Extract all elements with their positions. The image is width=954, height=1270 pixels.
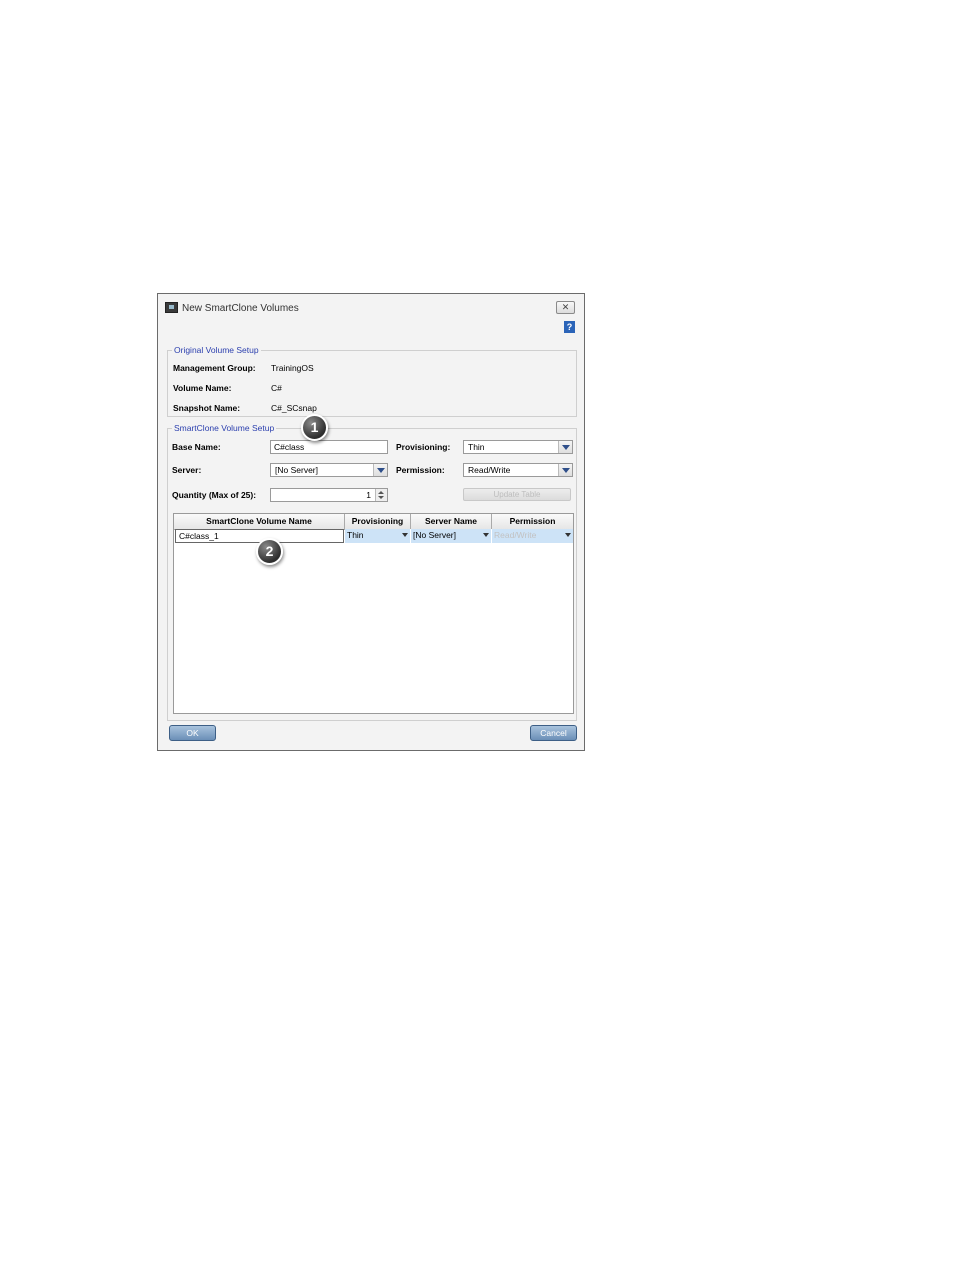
management-group-label: Management Group:	[173, 363, 256, 373]
provisioning-select-value: Thin	[468, 442, 485, 452]
column-header-volume-name[interactable]: SmartClone Volume Name	[174, 514, 345, 529]
chevron-down-icon[interactable]	[483, 533, 489, 537]
ok-button[interactable]: OK	[169, 725, 216, 741]
original-volume-setup-group: Original Volume Setup Management Group: …	[167, 345, 577, 417]
server-label: Server:	[172, 465, 202, 475]
chevron-down-icon[interactable]	[373, 464, 387, 476]
callout-marker-1: 1	[301, 414, 328, 441]
snapshot-name-label: Snapshot Name:	[173, 403, 241, 413]
quantity-stepper[interactable]: 1	[270, 488, 388, 502]
dialog-title: New SmartClone Volumes	[182, 303, 299, 314]
row-permission-cell: Read/Write	[492, 529, 573, 543]
row-provisioning-value: Thin	[347, 530, 364, 540]
row-permission-value: Read/Write	[494, 530, 537, 540]
app-icon	[165, 302, 178, 313]
permission-select[interactable]: Read/Write	[463, 463, 573, 477]
permission-select-value: Read/Write	[468, 465, 511, 475]
spin-up-icon[interactable]	[378, 491, 384, 494]
clone-volumes-table: SmartClone Volume Name Provisioning Serv…	[173, 513, 574, 714]
close-button[interactable]: ✕	[556, 301, 575, 314]
original-volume-setup-legend: Original Volume Setup	[172, 345, 261, 355]
table-row[interactable]: C#class_1 Thin [No Server] Read/Write	[174, 529, 573, 543]
chevron-down-icon[interactable]	[402, 533, 408, 537]
new-smartclone-volumes-dialog: New SmartClone Volumes ✕ ? Original Volu…	[157, 293, 585, 751]
column-header-server-name[interactable]: Server Name	[411, 514, 492, 529]
chevron-down-icon	[565, 533, 571, 537]
quantity-label: Quantity (Max of 25):	[172, 490, 257, 500]
volume-name-value: C#	[271, 383, 282, 393]
volume-name-label: Volume Name:	[173, 383, 232, 393]
column-header-permission[interactable]: Permission	[492, 514, 573, 529]
base-name-label: Base Name:	[172, 442, 221, 452]
management-group-value: TrainingOS	[271, 363, 314, 373]
base-name-input[interactable]: C#class	[270, 440, 388, 454]
server-select-value: [No Server]	[275, 465, 318, 475]
row-provisioning-cell[interactable]: Thin	[345, 529, 411, 543]
row-server-cell[interactable]: [No Server]	[411, 529, 492, 543]
chevron-down-icon[interactable]	[558, 441, 572, 453]
title-bar: New SmartClone Volumes ✕	[158, 294, 584, 318]
quantity-value: 1	[366, 490, 371, 500]
row-server-value: [No Server]	[413, 530, 456, 540]
table-header: SmartClone Volume Name Provisioning Serv…	[174, 514, 573, 530]
spin-down-icon[interactable]	[378, 496, 384, 499]
server-select[interactable]: [No Server]	[270, 463, 388, 477]
update-table-button[interactable]: Update Table	[463, 488, 571, 501]
smartclone-volume-setup-legend: SmartClone Volume Setup	[172, 423, 277, 433]
cancel-button[interactable]: Cancel	[530, 725, 577, 741]
column-header-provisioning[interactable]: Provisioning	[345, 514, 411, 529]
provisioning-select[interactable]: Thin	[463, 440, 573, 454]
snapshot-name-value: C#_SCsnap	[271, 403, 317, 413]
help-icon[interactable]: ?	[564, 321, 575, 333]
callout-marker-2: 2	[256, 538, 283, 565]
spinner-icon[interactable]	[375, 489, 387, 501]
permission-label: Permission:	[396, 465, 445, 475]
chevron-down-icon[interactable]	[558, 464, 572, 476]
provisioning-label: Provisioning:	[396, 442, 451, 452]
